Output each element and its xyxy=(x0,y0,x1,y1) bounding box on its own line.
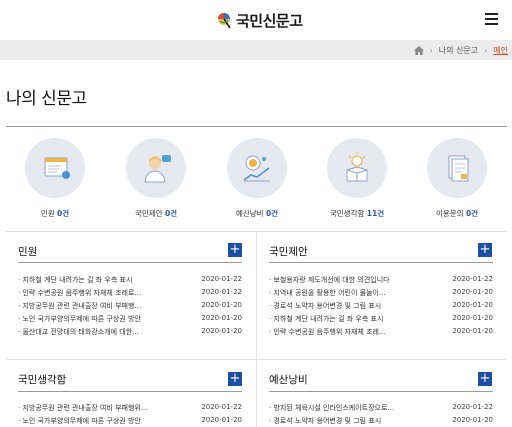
stat-icon-circle xyxy=(25,138,85,198)
list-item[interactable]: · 경로석 노약자 용어변경 및 그림 표시 2020-01-20 xyxy=(269,301,493,314)
person-idea-icon xyxy=(144,155,171,183)
stat-budget-waste[interactable]: 예산낭비 0건 xyxy=(212,138,302,219)
stat-label: 민원 0건 xyxy=(40,209,70,218)
list-item[interactable]: · 보철용자랑 제도개선에 대한 의견입니다 2020-01-22 xyxy=(269,275,493,288)
board-divider xyxy=(18,262,242,263)
list-item[interactable]: · 울산대교 전망대의 태화강소개에 대한... 2020-01-20 xyxy=(18,327,242,340)
stat-civil-complaint[interactable]: 민원 0건 xyxy=(10,138,100,219)
stat-icon-circle xyxy=(427,138,487,198)
breadcrumb-item-mypage[interactable]: 나의 신문고 xyxy=(439,45,478,56)
stat-count: 0건 xyxy=(465,209,479,218)
board-title: 국민제안 xyxy=(269,246,308,258)
breadcrumb-separator: › xyxy=(484,45,488,55)
coin-chart-icon xyxy=(243,155,270,182)
list-item[interactable]: · 지역내 공원을 활용한 어린이 물놀이... 2020-01-20 xyxy=(269,288,493,301)
stat-icon-circle xyxy=(126,138,186,198)
list-item[interactable]: · 방치된 체육시설 인라인스케이트장으로... 2020-01-22 xyxy=(269,403,493,416)
stat-label: 국민제안 0건 xyxy=(134,209,178,218)
stat-count: 0건 xyxy=(164,209,178,218)
list-item[interactable]: · 지방공무원 관련 관내출장 여비 부패행위... 2020-01-22 xyxy=(18,403,242,416)
stat-count: 11건 xyxy=(366,209,385,218)
breadcrumb: › 나의 신문고 › 메인 xyxy=(413,40,508,60)
board-divider xyxy=(18,391,242,392)
list-item[interactable]: · 노인 국가부양의무제에 따른 구상권 방안 2020-01-20 xyxy=(18,416,242,427)
board-title: 민원 xyxy=(18,246,38,258)
boards-grid: 민원 + · 지하철 계단 내려가는 길 좌 우측 표시 2020-01-22 ·… xyxy=(6,231,507,427)
stat-label: 이용문의 0건 xyxy=(435,209,479,218)
list-item[interactable]: · 노인 국가부양의무제에 따른 구상권 방안 2020-01-20 xyxy=(18,314,242,327)
list-item[interactable]: · 인략 수변공원 음주행위 자재체 조레로... 2020-01-22 xyxy=(18,288,242,301)
list-item[interactable]: · 지하철 계단 내려가는 길 좌 우측 표시 2020-01-22 xyxy=(18,275,242,288)
stat-label: 예산낭비 0건 xyxy=(235,209,279,218)
board-title: 국민생각함 xyxy=(18,374,67,386)
hamburger-menu-icon[interactable] xyxy=(485,13,498,25)
breadcrumb-item-current[interactable]: 메인 xyxy=(493,45,508,56)
stat-label: 국민생각함 11건 xyxy=(329,209,385,218)
site-logo[interactable]: 국민신문고 xyxy=(214,8,303,32)
list-item[interactable]: · 지방공무원 관련 관내출장 여비 부패행... 2020-01-20 xyxy=(18,301,242,314)
board-public-thought: 국민생각함 + · 지방공무원 관련 관내출장 여비 부패행위... 2020-0… xyxy=(6,360,256,427)
document-icon xyxy=(44,157,70,179)
stat-national-proposal[interactable]: 국민제안 0건 xyxy=(111,138,201,219)
inquiry-icon xyxy=(448,155,469,182)
stat-count: 0건 xyxy=(265,209,279,218)
logo-mark-icon xyxy=(218,13,231,29)
board-title: 예산낭비 xyxy=(269,374,308,386)
breadcrumb-separator: › xyxy=(429,45,433,55)
lightbulb-box-icon xyxy=(346,152,368,182)
board-national-proposal: 국민제안 + · 보철용자랑 제도개선에 대한 의견입니다 2020-01-22 … xyxy=(257,232,507,359)
board-budget-waste: 예산낭비 + · 방치된 체육시설 인라인스케이트장으로... 2020-01-2… xyxy=(257,360,507,427)
stat-icon-circle xyxy=(327,138,387,198)
top-bar: 국민신문고 xyxy=(0,0,512,40)
list-item[interactable]: · 인략 수변공원 음주행위 자재체 조레... 2020-01-20 xyxy=(269,327,493,340)
more-plus-icon[interactable]: + xyxy=(228,372,242,386)
board-civil-complaint: 민원 + · 지하철 계단 내려가는 길 좌 우측 표시 2020-01-22 ·… xyxy=(6,232,256,359)
list-item[interactable]: · 경로석 노약자 용어변경 및 그림 표시 2020-01-20 xyxy=(269,416,493,427)
stats-row: 민원 0건 국민제안 0건 예산낭비 0건 국민생각함 11건 이용문의 0건 xyxy=(0,138,512,222)
more-plus-icon[interactable]: + xyxy=(478,243,492,257)
more-plus-icon[interactable]: + xyxy=(478,372,492,386)
board-divider xyxy=(269,262,493,263)
stat-public-thought[interactable]: 국민생각함 11건 xyxy=(312,138,402,219)
page-title: 나의 신문고 xyxy=(6,89,87,109)
board-divider xyxy=(269,391,493,392)
logo-text: 국민신문고 xyxy=(236,11,303,30)
breadcrumb-bar: › 나의 신문고 › 메인 xyxy=(0,40,512,60)
title-divider xyxy=(6,126,507,127)
home-icon[interactable] xyxy=(413,45,424,55)
more-plus-icon[interactable]: + xyxy=(228,243,242,257)
list-item[interactable]: · 지하철 계단 내려가는 길 좌 우측 표시 2020-01-20 xyxy=(269,314,493,327)
stat-icon-circle xyxy=(227,138,287,198)
stat-inquiry[interactable]: 이용문의 0건 xyxy=(412,138,502,219)
stat-count: 0건 xyxy=(57,209,70,218)
